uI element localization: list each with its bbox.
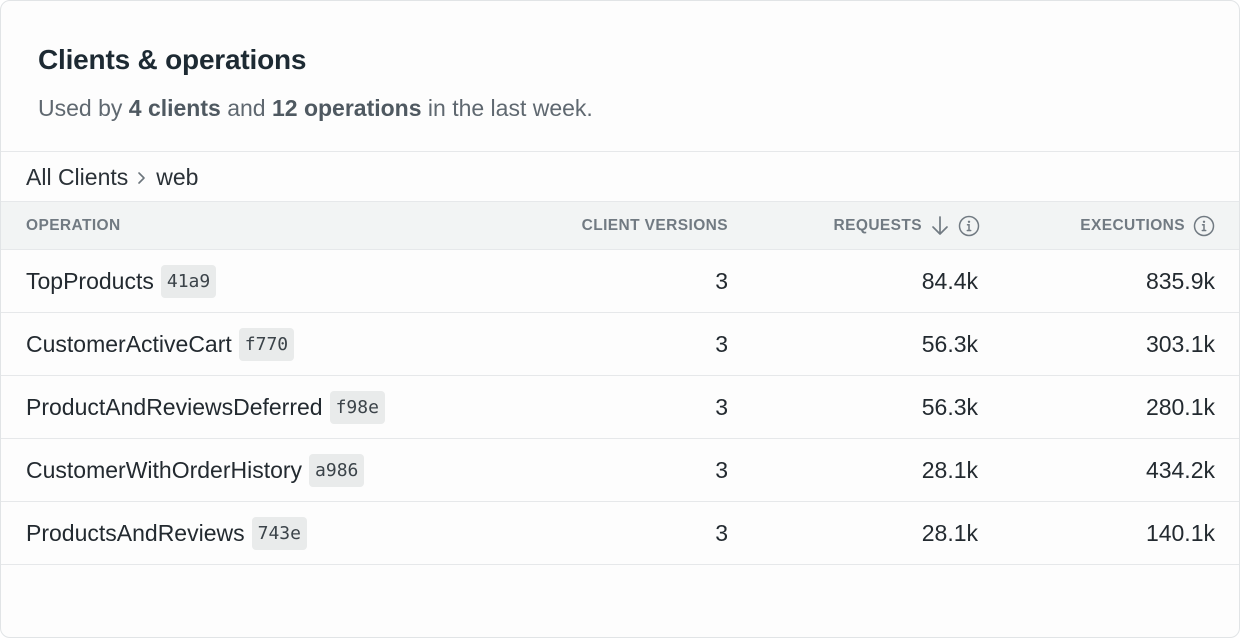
table-row[interactable]: ProductsAndReviews 743e 3 28.1k 140.1k	[1, 502, 1239, 565]
column-label-executions: EXECUTIONS	[1080, 216, 1185, 234]
operation-hash: f770	[238, 327, 295, 361]
operation-hash: 41a9	[160, 264, 217, 298]
operation-hash: a986	[309, 453, 365, 487]
executions-value: 140.1k	[1145, 519, 1215, 546]
card-title: Clients & operations	[38, 44, 307, 75]
executions-value: 835.9k	[1145, 267, 1215, 294]
operation-cell: ProductAndReviewsDeferred f98e	[26, 376, 385, 438]
operation-name[interactable]: ProductsAndReviews	[26, 520, 245, 547]
requests-value: 56.3k	[921, 330, 978, 357]
client-versions-value: 3	[715, 393, 728, 420]
operation-name[interactable]: TopProducts	[26, 268, 154, 295]
client-versions-value: 3	[715, 267, 728, 294]
column-label-operation: OPERATION	[26, 216, 121, 234]
table-row[interactable]: CustomerWithOrderHistory a986 3 28.1k 43…	[1, 439, 1239, 502]
card-subtitle: Used by 4 clients and 12 operations in t…	[38, 95, 593, 122]
table-body: TopProducts 41a9 3 84.4k 835.9k Customer…	[1, 250, 1239, 565]
table-header: OPERATION CLIENT VERSIONS REQUESTS EXECU…	[1, 201, 1239, 250]
operation-hash: f98e	[329, 390, 385, 424]
operation-cell: ProductsAndReviews 743e	[26, 502, 307, 564]
requests-value: 28.1k	[921, 519, 978, 546]
operation-cell: CustomerWithOrderHistory a986	[26, 439, 365, 501]
card-header: Clients & operations Used by 4 clients a…	[1, 1, 1239, 152]
subtitle-prefix: Used by	[38, 95, 123, 121]
clients-count: 4 clients	[128, 95, 221, 121]
column-header-requests[interactable]: REQUESTS	[834, 202, 980, 249]
column-label-client-versions: CLIENT VERSIONS	[581, 216, 728, 234]
operations-count: 12 operations	[271, 95, 422, 121]
column-header-client-versions[interactable]: CLIENT VERSIONS	[582, 202, 728, 249]
operation-cell: TopProducts 41a9	[26, 250, 217, 312]
chevron-right-icon	[128, 164, 156, 191]
table-row[interactable]: TopProducts 41a9 3 84.4k 835.9k	[1, 250, 1239, 313]
breadcrumb-all-clients[interactable]: All Clients	[26, 164, 128, 191]
info-icon[interactable]	[1193, 215, 1215, 237]
requests-value: 28.1k	[921, 456, 978, 483]
executions-value: 280.1k	[1145, 393, 1215, 420]
info-icon[interactable]	[958, 215, 980, 237]
operation-hash: 743e	[251, 516, 307, 550]
table-row[interactable]: CustomerActiveCart f770 3 56.3k 303.1k	[1, 313, 1239, 376]
client-versions-value: 3	[715, 456, 728, 483]
breadcrumb: All Clients web	[26, 161, 198, 193]
arrow-down-icon[interactable]	[930, 215, 950, 237]
operation-cell: CustomerActiveCart f770	[26, 313, 295, 375]
breadcrumb-current: web	[156, 163, 199, 190]
client-versions-value: 3	[715, 330, 728, 357]
operation-name[interactable]: ProductAndReviewsDeferred	[26, 394, 323, 421]
operation-name[interactable]: CustomerActiveCart	[26, 331, 232, 358]
requests-value: 84.4k	[921, 267, 978, 294]
clients-operations-card: Clients & operations Used by 4 clients a…	[0, 0, 1240, 638]
client-versions-value: 3	[715, 519, 728, 546]
column-label-requests: REQUESTS	[833, 216, 922, 234]
executions-value: 434.2k	[1145, 456, 1215, 483]
executions-value: 303.1k	[1145, 330, 1215, 357]
column-header-executions[interactable]: EXECUTIONS	[1080, 202, 1215, 249]
subtitle-suffix: in the last week.	[427, 95, 593, 121]
operation-name[interactable]: CustomerWithOrderHistory	[26, 457, 302, 484]
subtitle-middle: and	[227, 95, 266, 121]
column-header-operation[interactable]: OPERATION	[26, 202, 121, 249]
table-row[interactable]: ProductAndReviewsDeferred f98e 3 56.3k 2…	[1, 376, 1239, 439]
requests-value: 56.3k	[921, 393, 978, 420]
